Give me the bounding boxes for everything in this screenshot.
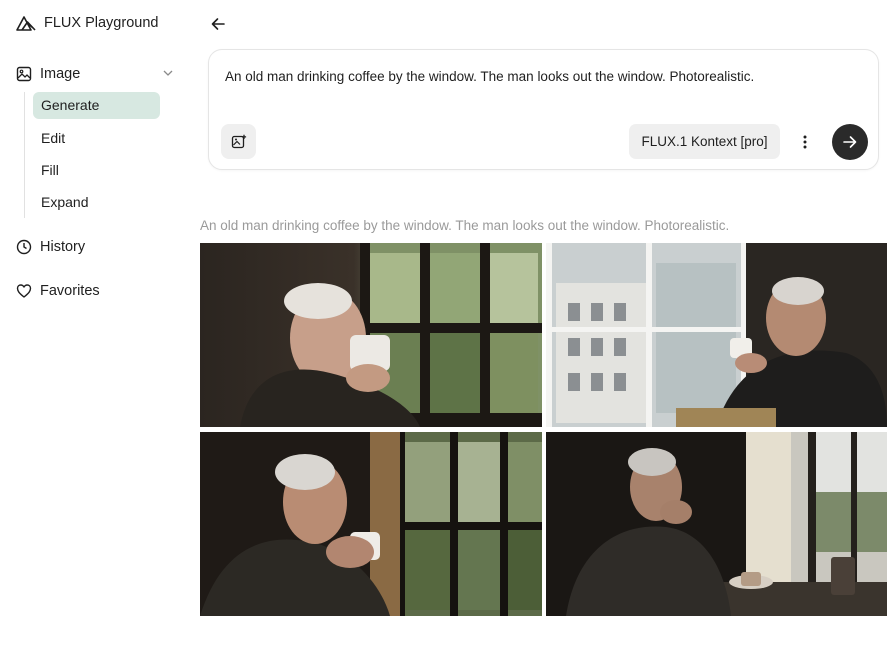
- back-button[interactable]: [208, 14, 228, 34]
- more-options-button[interactable]: [797, 132, 813, 152]
- generated-image-2[interactable]: [546, 243, 887, 427]
- sidebar-item-label: History: [40, 239, 86, 255]
- clock-icon: [16, 239, 32, 255]
- sidebar-item-generate[interactable]: Generate: [33, 92, 160, 119]
- sidebar-item-history[interactable]: History: [16, 236, 176, 258]
- subnav-divider: [24, 92, 25, 218]
- sidebar-item-edit[interactable]: Edit: [33, 125, 160, 152]
- sidebar-item-expand[interactable]: Expand: [33, 189, 160, 216]
- heart-icon: [16, 284, 32, 298]
- nav-group-image[interactable]: Image: [16, 63, 176, 85]
- image-icon: [16, 66, 32, 82]
- sidebar-item-fill[interactable]: Fill: [33, 157, 160, 184]
- generated-image-1[interactable]: [200, 243, 542, 427]
- more-vertical-icon: [803, 135, 807, 149]
- nav-group-label: Image: [40, 66, 81, 82]
- app-title: FLUX Playground: [44, 15, 159, 31]
- brand[interactable]: FLUX Playground: [16, 13, 158, 33]
- model-select[interactable]: FLUX.1 Kontext [pro]: [629, 124, 780, 159]
- image-plus-icon: [231, 134, 246, 148]
- result-caption: An old man drinking coffee by the window…: [200, 218, 730, 233]
- flux-logo-icon: [16, 16, 36, 31]
- sidebar: FLUX Playground Image Generate Edit Fill…: [0, 0, 190, 657]
- arrow-right-icon: [843, 136, 857, 148]
- arrow-left-icon: [211, 18, 225, 30]
- generated-image-3[interactable]: [200, 432, 542, 616]
- generated-image-4[interactable]: [546, 432, 887, 616]
- prompt-card: An old man drinking coffee by the window…: [208, 49, 879, 170]
- sidebar-item-label: Favorites: [40, 283, 100, 299]
- add-image-button[interactable]: [221, 124, 256, 159]
- chevron-down-icon[interactable]: [162, 67, 174, 79]
- sidebar-item-favorites[interactable]: Favorites: [16, 280, 176, 302]
- send-button[interactable]: [832, 124, 868, 160]
- prompt-input[interactable]: An old man drinking coffee by the window…: [225, 69, 754, 84]
